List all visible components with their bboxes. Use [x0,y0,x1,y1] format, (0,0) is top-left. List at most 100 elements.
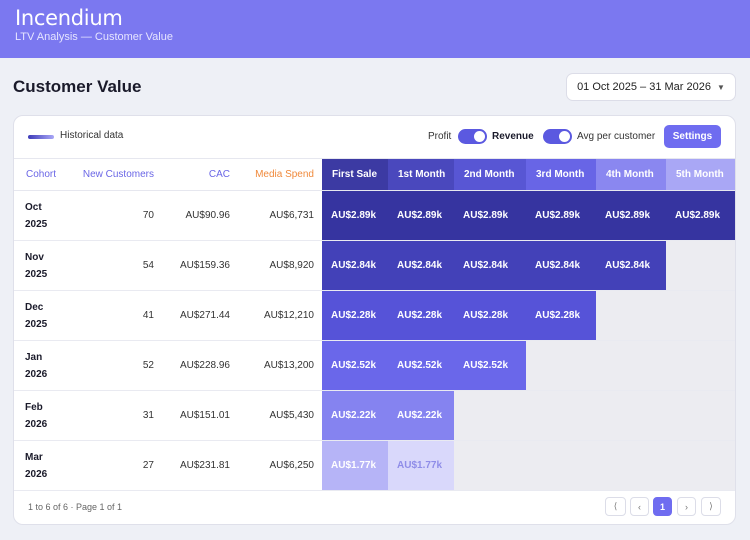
ltv-value-cell[interactable]: AU$1.77k [322,440,388,491]
empty-cell [454,440,526,491]
cohort-cell: Mar 2026 [14,440,72,491]
caret-down-icon: ▼ [717,82,725,92]
profit-revenue-toggle[interactable] [458,129,487,144]
ltv-value-cell[interactable]: AU$2.84k [322,240,388,291]
empty-cell [666,390,735,441]
page-title: Customer Value [13,77,142,96]
last-page-button[interactable]: ⟩ [701,497,721,516]
column-header-month[interactable]: 4th Month [596,158,666,191]
brand-subtitle: LTV Analysis — Customer Value [15,31,173,43]
empty-cell [666,440,735,491]
revenue-label: Revenue [492,131,534,142]
table-row: Oct 2025 70 AU$90.96 AU$6,731 AU$2.89k AU$2.8… [14,190,735,241]
date-range-picker[interactable]: 01 Oct 2025 – 31 Mar 2026 ▼ [566,73,736,101]
new-customers-cell: 54 [72,240,162,291]
ltv-value-cell[interactable]: AU$2.89k [388,190,454,241]
avg-per-customer-toggle[interactable] [543,129,572,144]
empty-cell [666,240,735,291]
app-header: Incendium LTV Analysis — Customer Value [0,0,750,58]
toggle-knob [559,131,570,142]
prev-page-button[interactable]: ‹ [630,497,649,516]
table-row: Feb 2026 31 AU$151.01 AU$5,430 AU$2.22k AU$2.… [14,390,735,441]
toggle-knob [474,131,485,142]
empty-cell [596,340,666,391]
new-customers-cell: 41 [72,290,162,341]
ltv-value-cell[interactable]: AU$2.89k [666,190,735,241]
cac-cell: AU$159.36 [162,240,238,291]
ltv-value-cell[interactable]: AU$2.28k [526,290,596,341]
table-row: Mar 2026 27 AU$231.81 AU$6,250 AU$1.77k AU$1.… [14,440,735,491]
media-spend-cell: AU$5,430 [238,390,322,441]
new-customers-cell: 52 [72,340,162,391]
table-row: Nov 2025 54 AU$159.36 AU$8,920 AU$2.84k AU$2.… [14,240,735,291]
new-customers-cell: 31 [72,390,162,441]
ltv-value-cell[interactable]: AU$2.89k [596,190,666,241]
historical-legend-swatch [28,135,54,139]
column-header-month[interactable]: 5th Month [666,158,735,191]
ltv-value-cell[interactable]: AU$2.22k [388,390,454,441]
avg-per-customer-label: Avg per customer [577,131,656,142]
ltv-value-cell[interactable]: AU$2.89k [322,190,388,241]
cac-cell: AU$228.96 [162,340,238,391]
new-customers-cell: 70 [72,190,162,241]
ltv-value-cell[interactable]: AU$2.22k [322,390,388,441]
empty-cell [596,440,666,491]
ltv-value-cell[interactable]: AU$2.28k [322,290,388,341]
new-customers-cell: 27 [72,440,162,491]
empty-cell [526,440,596,491]
cac-cell: AU$151.01 [162,390,238,441]
date-range-value: 01 Oct 2025 – 31 Mar 2026 [577,81,711,93]
ltv-value-cell[interactable]: AU$2.28k [388,290,454,341]
column-header-month[interactable]: First Sale [322,158,388,191]
cohort-cell: Oct 2025 [14,190,72,241]
cac-cell: AU$231.81 [162,440,238,491]
ltv-value-cell[interactable]: AU$2.89k [526,190,596,241]
ltv-value-cell[interactable]: AU$2.84k [454,240,526,291]
ltv-value-cell[interactable]: AU$2.52k [454,340,526,391]
empty-cell [666,340,735,391]
table-header-row: Cohort New Customers CAC Media Spend Fir… [14,158,735,191]
ltv-value-cell[interactable]: AU$2.28k [454,290,526,341]
column-header-month[interactable]: 3rd Month [526,158,596,191]
settings-button[interactable]: Settings [664,125,721,148]
table-row: Jan 2026 52 AU$228.96 AU$13,200 AU$2.52k AU$2… [14,340,735,391]
cac-cell: AU$90.96 [162,190,238,241]
table-body: Oct 2025 70 AU$90.96 AU$6,731 AU$2.89k AU$2.8… [14,190,735,491]
column-header-cac[interactable]: CAC [162,158,238,191]
ltv-table: Cohort New Customers CAC Media Spend Fir… [14,158,735,491]
empty-cell [596,290,666,341]
column-header-month[interactable]: 1st Month [388,158,454,191]
ltv-value-cell[interactable]: AU$2.52k [388,340,454,391]
empty-cell [526,390,596,441]
ltv-card: Historical data Profit Revenue Avg per c… [13,115,736,525]
historical-legend-label: Historical data [60,130,124,141]
first-page-button[interactable]: ⟨ [605,497,626,516]
empty-cell [666,290,735,341]
column-header-cohort[interactable]: Cohort [14,158,72,191]
media-spend-cell: AU$6,731 [238,190,322,241]
ltv-value-cell[interactable]: AU$2.84k [388,240,454,291]
ltv-value-cell[interactable]: AU$2.52k [322,340,388,391]
ltv-value-cell[interactable]: AU$2.89k [454,190,526,241]
column-header-new-customers[interactable]: New Customers [72,158,162,191]
media-spend-cell: AU$12,210 [238,290,322,341]
media-spend-cell: AU$13,200 [238,340,322,391]
ltv-value-cell[interactable]: AU$1.77k [388,440,454,491]
profit-label: Profit [428,131,452,142]
empty-cell [526,340,596,391]
pagination-summary: 1 to 6 of 6 · Page 1 of 1 [28,502,123,512]
column-header-media-spend[interactable]: Media Spend [238,158,322,191]
media-spend-cell: AU$8,920 [238,240,322,291]
cohort-cell: Feb 2026 [14,390,72,441]
ltv-value-cell[interactable]: AU$2.84k [596,240,666,291]
empty-cell [454,390,526,441]
cohort-cell: Nov 2025 [14,240,72,291]
next-page-button[interactable]: › [677,497,696,516]
empty-cell [596,390,666,441]
brand-logo[interactable]: Incendium [15,6,123,30]
cohort-cell: Dec 2025 [14,290,72,341]
ltv-value-cell[interactable]: AU$2.84k [526,240,596,291]
page-1-button[interactable]: 1 [653,497,672,516]
column-header-month[interactable]: 2nd Month [454,158,526,191]
cohort-cell: Jan 2026 [14,340,72,391]
